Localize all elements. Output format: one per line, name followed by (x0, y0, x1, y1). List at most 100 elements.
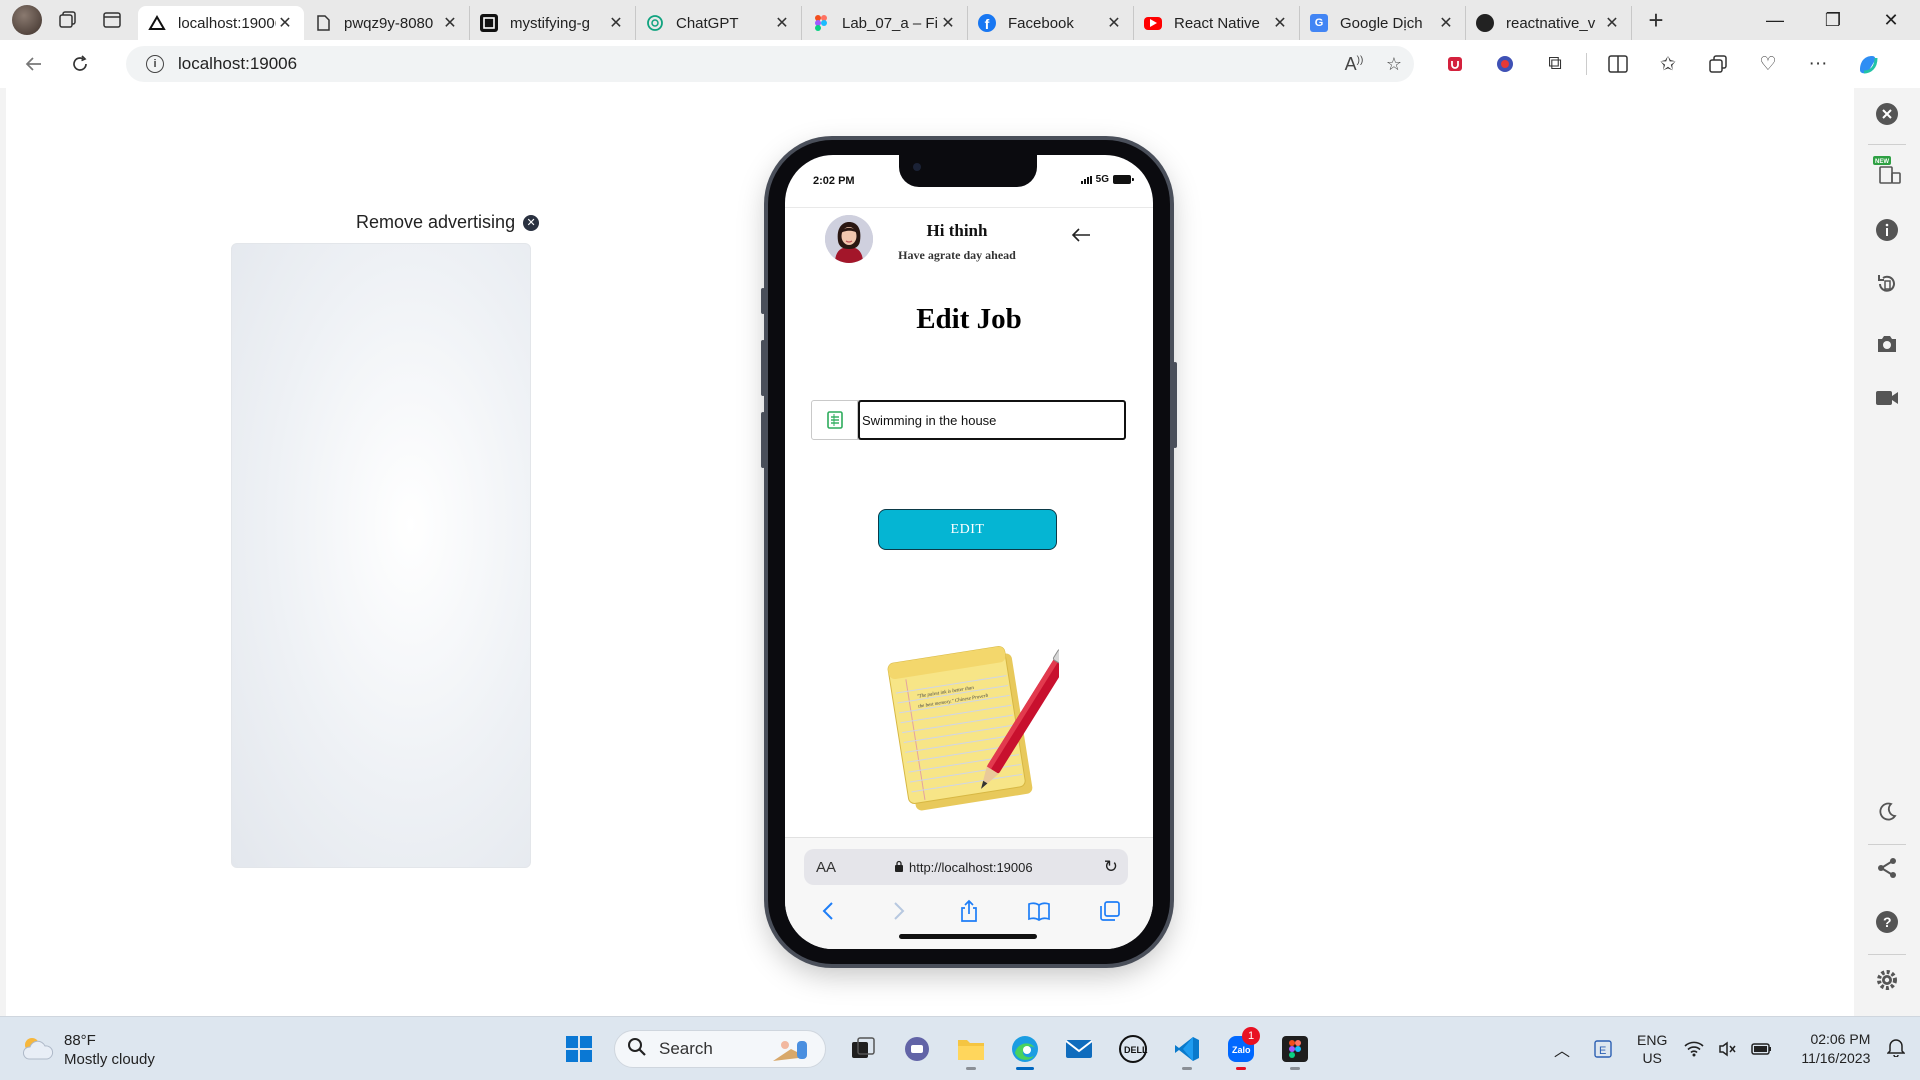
user-subtitle: Have agrate day ahead (898, 248, 1016, 262)
system-clock[interactable]: 02:06 PM 11/16/2023 (1801, 1030, 1870, 1068)
google-translate-icon: G (1310, 14, 1328, 32)
tab-mystifying[interactable]: mystifying-g ✕ (470, 6, 636, 40)
language-indicator[interactable]: ENG US (1637, 1031, 1667, 1067)
copilot-icon[interactable] (1843, 44, 1893, 84)
vertical-tabs-icon[interactable] (94, 2, 130, 38)
more-options-icon[interactable]: ··· (1793, 44, 1843, 84)
split-screen-icon[interactable] (1593, 44, 1643, 84)
tab-figma[interactable]: Lab_07_a – Fi ✕ (802, 6, 968, 40)
video-record-icon[interactable] (1871, 382, 1903, 414)
start-button[interactable] (552, 1027, 606, 1071)
close-icon[interactable]: ✕ (1271, 13, 1289, 33)
rotate-icon[interactable] (1871, 268, 1903, 300)
screenshot-camera-icon[interactable] (1871, 328, 1903, 360)
task-view-icon[interactable] (836, 1027, 890, 1071)
settings-gear-icon[interactable] (1871, 964, 1903, 996)
favorites-icon[interactable]: ✩ (1643, 44, 1693, 84)
status-icons: 5G (1080, 174, 1134, 185)
close-icon[interactable]: ✕ (939, 13, 957, 33)
teams-chat-icon[interactable] (890, 1027, 944, 1071)
workspaces-icon[interactable] (50, 2, 86, 38)
taskbar-search[interactable]: Search (614, 1030, 826, 1068)
text-size-button[interactable]: AA (816, 859, 836, 876)
tab-pwqz9y[interactable]: pwqz9y-8080 ✕ (304, 6, 470, 40)
battery-charging-icon[interactable] (1745, 1042, 1779, 1056)
dell-icon[interactable]: DELL (1106, 1027, 1160, 1071)
refresh-icon[interactable] (60, 44, 100, 84)
remove-advertising-link[interactable]: Remove advertising ✕ (356, 212, 540, 233)
share-nodes-icon[interactable] (1871, 852, 1903, 884)
input-method-icon[interactable]: E (1579, 1039, 1627, 1059)
close-icon[interactable]: ✕ (1105, 13, 1123, 33)
dark-mode-moon-icon[interactable] (1871, 796, 1903, 828)
weather-temperature: 88°F (64, 1032, 96, 1049)
safari-forward-icon[interactable] (882, 896, 916, 926)
figma-app-icon[interactable] (1268, 1027, 1322, 1071)
extension-shield-icon[interactable] (1430, 44, 1480, 84)
close-icon[interactable]: ✕ (1603, 13, 1621, 33)
share-icon[interactable] (952, 896, 986, 926)
github-icon (1476, 14, 1494, 32)
tab-facebook[interactable]: f Facebook ✕ (968, 6, 1134, 40)
safari-address: http://localhost:19006 (894, 860, 1033, 875)
browser-essentials-icon[interactable]: ♡ (1743, 44, 1793, 84)
collections-icon[interactable] (1693, 44, 1743, 84)
back-arrow-icon[interactable] (1069, 225, 1093, 245)
sidebar-close-icon[interactable] (1871, 98, 1903, 130)
tab-label: React Native (1174, 14, 1260, 32)
tab-google-translate[interactable]: G Google Dịch ✕ (1300, 6, 1466, 40)
site-info-icon[interactable]: i (146, 55, 164, 73)
favorite-star-icon[interactable]: ☆ (1374, 54, 1414, 75)
close-icon[interactable]: ✕ (607, 13, 625, 33)
tab-localhost[interactable]: localhost:19006 ✕ (138, 6, 304, 40)
window-close-icon[interactable]: ✕ (1862, 0, 1920, 40)
tab-github[interactable]: reactnative_v ✕ (1466, 6, 1632, 40)
weather-widget[interactable]: 88°F Mostly cloudy (20, 1031, 155, 1069)
read-aloud-icon[interactable]: A)) (1334, 54, 1374, 75)
edge-browser-icon[interactable] (998, 1027, 1052, 1071)
safari-address-bar[interactable]: AA http://localhost:19006 ↻ (804, 849, 1128, 885)
device-emulation-icon[interactable]: NEW (1871, 154, 1903, 186)
search-label: Search (659, 1039, 713, 1058)
extension-globe-icon[interactable] (1480, 44, 1530, 84)
vscode-icon[interactable] (1160, 1027, 1214, 1071)
bookmarks-icon[interactable] (1022, 896, 1056, 926)
back-icon[interactable] (14, 44, 54, 84)
safari-back-icon[interactable] (811, 896, 845, 926)
volume-muted-icon[interactable] (1711, 1041, 1745, 1057)
new-tab-button[interactable]: + (1638, 2, 1674, 38)
chevron-up-icon[interactable]: ︿ (1545, 1037, 1579, 1061)
minimize-icon[interactable]: — (1746, 0, 1804, 40)
network-label: 5G (1095, 174, 1109, 185)
notepad-illustration: "The palest ink is better than the best … (879, 630, 1076, 815)
restore-icon[interactable]: ❐ (1804, 0, 1862, 40)
notification-bell-icon[interactable] (1884, 1037, 1908, 1062)
close-icon[interactable]: ✕ (441, 13, 459, 33)
codesandbox-icon (480, 14, 498, 32)
extensions-puzzle-icon[interactable]: ⧉ (1530, 44, 1580, 84)
wifi-icon[interactable] (1677, 1041, 1711, 1057)
edit-button[interactable]: EDIT (878, 509, 1057, 550)
home-indicator (899, 934, 1037, 939)
help-icon[interactable]: ? (1871, 906, 1903, 938)
job-input[interactable] (858, 400, 1126, 440)
zalo-icon[interactable]: Zalo 1 (1214, 1027, 1268, 1071)
lock-icon (894, 860, 904, 875)
tab-label: Facebook (1008, 14, 1074, 32)
profile-avatar[interactable] (12, 5, 42, 35)
phone-notch (899, 155, 1037, 187)
close-circle-icon[interactable]: ✕ (523, 214, 540, 231)
tab-react-native[interactable]: React Native ✕ (1134, 6, 1300, 40)
file-explorer-icon[interactable] (944, 1027, 998, 1071)
tab-chatgpt[interactable]: ChatGPT ✕ (636, 6, 802, 40)
mail-icon[interactable] (1052, 1027, 1106, 1071)
close-icon[interactable]: ✕ (276, 13, 294, 33)
status-time: 2:02 PM (813, 175, 855, 187)
close-icon[interactable]: ✕ (773, 13, 791, 33)
info-icon[interactable] (1871, 214, 1903, 246)
address-bar[interactable]: i localhost:19006 A)) ☆ (126, 46, 1414, 82)
reload-icon[interactable]: ↻ (1104, 857, 1118, 877)
tabs-icon[interactable] (1093, 896, 1127, 926)
close-icon[interactable]: ✕ (1437, 13, 1455, 33)
address-url: localhost:19006 (178, 54, 298, 73)
